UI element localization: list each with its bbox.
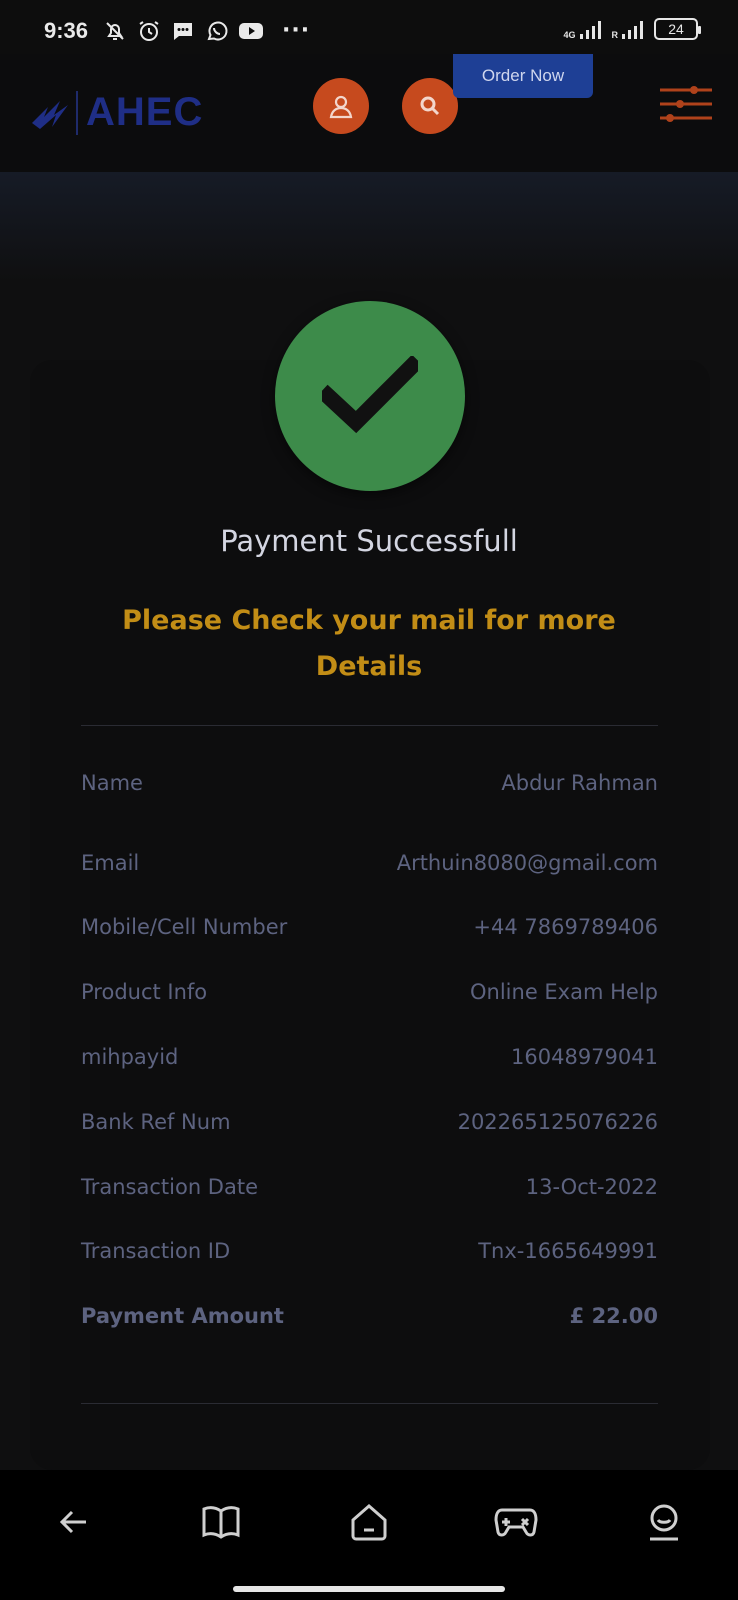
home-button[interactable] [347, 1500, 391, 1544]
detail-label: Transaction Date [81, 1175, 259, 1199]
detail-row: Payment Amount £ 22.00 [81, 1299, 658, 1333]
divider-bottom [81, 1403, 658, 1404]
detail-row: Transaction Date 13-Oct-2022 [81, 1170, 658, 1204]
battery-icon: 24 [654, 18, 701, 40]
network-type-label: 4G [563, 30, 576, 40]
checkmark-icon [322, 356, 418, 434]
detail-value: Arthuin8080@gmail.com [396, 851, 658, 875]
sliders-menu-icon [660, 86, 712, 122]
signal-icon-2: R [612, 18, 647, 40]
detail-value: 16048979041 [511, 1045, 658, 1069]
detail-row: Bank Ref Num 202265125076226 [81, 1105, 658, 1139]
sms-icon [170, 18, 196, 44]
profile-button[interactable] [642, 1500, 686, 1544]
bookmarks-button[interactable] [199, 1500, 243, 1544]
system-navigation-bar [0, 1470, 738, 1600]
more-notifications: ··· [282, 18, 311, 43]
detail-value: 13-Oct-2022 [525, 1175, 658, 1199]
account-button[interactable] [313, 78, 369, 134]
roaming-label: R [611, 30, 619, 40]
search-button[interactable] [402, 78, 458, 134]
signal-icon: 4G [563, 18, 603, 40]
ahec-logo[interactable]: AHEC [30, 90, 203, 135]
detail-label: mihpayid [81, 1045, 179, 1069]
home-indicator[interactable] [233, 1586, 505, 1592]
order-now-button[interactable]: Order Now [453, 54, 593, 98]
alarm-icon [136, 18, 162, 44]
youtube-icon [238, 18, 264, 44]
detail-value: Abdur Rahman [501, 771, 658, 795]
header-shadow [0, 172, 738, 282]
detail-label: Payment Amount [81, 1304, 284, 1328]
mute-bell-icon [102, 18, 128, 44]
status-bar: 9:36 ··· 4G R 24 [0, 0, 738, 54]
whatsapp-icon [204, 18, 230, 44]
detail-value: £ 22.00 [569, 1304, 658, 1328]
detail-value: +44 7869789406 [473, 915, 658, 939]
game-controller-icon [494, 1508, 538, 1537]
back-button[interactable] [52, 1500, 96, 1544]
detail-row: Transaction ID Tnx-1665649991 [81, 1234, 658, 1268]
battery-level: 24 [668, 21, 684, 37]
site-header: AHEC Order Now [0, 54, 738, 172]
detail-value: 202265125076226 [457, 1110, 658, 1134]
success-badge [275, 301, 465, 491]
home-icon [351, 1504, 387, 1541]
check-mail-note: Please Check your mail for more Details [122, 605, 616, 682]
detail-label: Bank Ref Num [81, 1110, 231, 1134]
detail-row: Name Abdur Rahman [81, 766, 658, 800]
user-icon [329, 95, 353, 119]
detail-label: Email [81, 851, 140, 875]
detail-label: Name [81, 771, 143, 795]
notification-icons: ··· [102, 18, 310, 44]
detail-row: mihpayid 16048979041 [81, 1040, 658, 1074]
detail-row: Mobile/Cell Number +44 7869789406 [81, 910, 658, 944]
profile-icon [650, 1504, 678, 1541]
book-icon [202, 1506, 240, 1539]
system-indicators: 4G R 24 [563, 18, 701, 40]
detail-label: Product Info [81, 980, 208, 1004]
logo-mark-icon [32, 100, 68, 129]
detail-row: Product Info Online Exam Help [81, 975, 658, 1009]
games-button[interactable] [494, 1500, 538, 1544]
detail-value: Online Exam Help [470, 980, 658, 1004]
logo-separator [76, 90, 78, 135]
back-arrow-icon [59, 1510, 86, 1534]
divider-top [81, 725, 658, 726]
payment-status-title: Payment Successfull [220, 524, 518, 558]
status-time: 9:36 [44, 18, 89, 43]
search-icon [420, 96, 440, 116]
detail-label: Transaction ID [81, 1239, 231, 1263]
detail-row: Email Arthuin8080@gmail.com [81, 846, 658, 880]
detail-label: Mobile/Cell Number [81, 915, 288, 939]
detail-value: Tnx-1665649991 [478, 1239, 658, 1263]
menu-filter-button[interactable] [658, 84, 714, 128]
logo-text: AHEC [86, 90, 204, 134]
